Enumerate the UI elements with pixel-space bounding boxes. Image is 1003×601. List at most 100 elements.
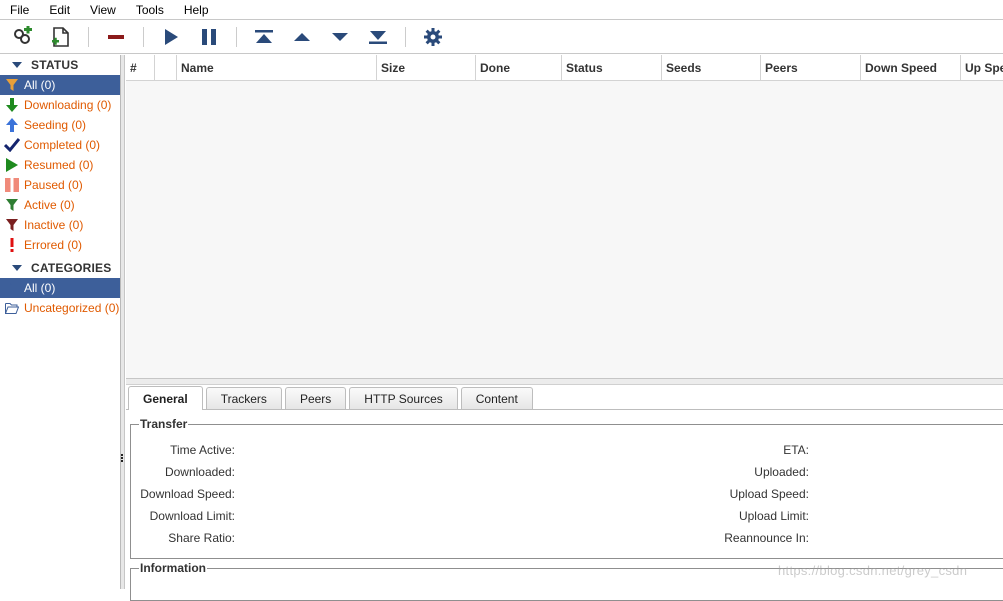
status-filter-active[interactable]: Active (0) bbox=[0, 195, 120, 215]
status-filter-label: Errored (0) bbox=[24, 238, 83, 252]
share-ratio-label: Share Ratio: bbox=[168, 531, 235, 545]
tab-trackers[interactable]: Trackers bbox=[205, 387, 282, 409]
status-filter-label: Resumed (0) bbox=[24, 158, 94, 172]
menu-bar: File Edit View Tools Help bbox=[0, 0, 1003, 20]
status-filter-downloading[interactable]: Downloading (0) bbox=[0, 95, 120, 115]
status-filter-label: Inactive (0) bbox=[24, 218, 84, 232]
delete-button[interactable] bbox=[103, 24, 129, 50]
move-top-button[interactable] bbox=[251, 24, 277, 50]
torrent-list[interactable] bbox=[126, 81, 1003, 379]
uploaded-label: Uploaded: bbox=[754, 465, 809, 479]
resume-icon bbox=[165, 28, 178, 45]
tab-content[interactable]: Content bbox=[460, 387, 533, 409]
column-header-done[interactable]: Done bbox=[476, 55, 562, 81]
status-filter-paused[interactable]: Paused (0) bbox=[0, 175, 120, 195]
transfer-legend: Transfer bbox=[140, 417, 188, 431]
folder-icon bbox=[4, 280, 20, 296]
move-bottom-icon bbox=[369, 30, 387, 44]
downloaded-label: Downloaded: bbox=[164, 465, 235, 479]
status-filter-label: Completed (0) bbox=[24, 138, 101, 152]
column-header-up-speed[interactable]: Up Spe bbox=[961, 55, 1003, 81]
toolbar-separator bbox=[88, 26, 89, 47]
add-torrent-link-icon bbox=[14, 25, 32, 44]
toolbar-separator bbox=[236, 26, 237, 47]
properties-tabs: General Trackers Peers HTTP Sources Cont… bbox=[126, 385, 1003, 410]
up-arrow-icon bbox=[4, 117, 20, 133]
resume-button[interactable] bbox=[158, 24, 184, 50]
pause-button[interactable] bbox=[196, 24, 222, 50]
menu-file[interactable]: File bbox=[0, 0, 39, 20]
category-filter-all[interactable]: All (0) bbox=[0, 278, 120, 298]
column-header-status[interactable]: Status bbox=[562, 55, 662, 81]
folder-open-icon bbox=[4, 300, 20, 316]
eta-label: ETA: bbox=[783, 443, 809, 457]
column-header-name[interactable]: Name bbox=[177, 55, 377, 81]
column-header-peers[interactable]: Peers bbox=[761, 55, 861, 81]
add-torrent-file-button[interactable] bbox=[48, 24, 74, 50]
move-up-icon bbox=[294, 32, 310, 41]
filter-icon bbox=[4, 77, 20, 93]
category-filter-uncategorized[interactable]: Uncategorized (0) bbox=[0, 298, 120, 318]
column-header-down-speed[interactable]: Down Speed bbox=[861, 55, 961, 81]
tab-peers[interactable]: Peers bbox=[284, 387, 347, 409]
collapse-triangle-icon bbox=[12, 62, 22, 68]
column-header-state-icon[interactable] bbox=[155, 55, 177, 81]
status-filter-label: Seeding (0) bbox=[24, 118, 87, 132]
status-filter-inactive[interactable]: Inactive (0) bbox=[0, 215, 120, 235]
status-filter-all[interactable]: All (0) bbox=[0, 75, 120, 95]
checkmark-icon bbox=[4, 137, 20, 153]
column-header-priority[interactable]: # bbox=[126, 55, 155, 81]
time-active-label: Time Active: bbox=[170, 443, 235, 457]
filter-green-icon bbox=[4, 197, 20, 213]
torrent-table-header: # Name Size Done Status Seeds Peers Down… bbox=[126, 55, 1003, 81]
transfer-group: Transfer Time Active: Downloaded: Downlo… bbox=[130, 417, 1003, 559]
menu-help[interactable]: Help bbox=[174, 0, 219, 20]
information-legend: Information bbox=[140, 561, 206, 575]
add-torrent-file-icon bbox=[52, 26, 69, 47]
watermark-text: https://blog.csdn.net/grey_csdn bbox=[778, 563, 968, 578]
toolbar bbox=[0, 20, 1003, 54]
move-top-icon bbox=[255, 29, 273, 43]
play-icon bbox=[4, 157, 20, 173]
tab-general[interactable]: General bbox=[128, 386, 203, 410]
move-down-icon bbox=[332, 32, 348, 41]
status-filter-label: Paused (0) bbox=[24, 178, 83, 192]
filter-red-icon bbox=[4, 217, 20, 233]
category-filter-label: All (0) bbox=[24, 281, 56, 295]
categories-section-header[interactable]: CATEGORIES bbox=[0, 258, 120, 278]
status-filter-resumed[interactable]: Resumed (0) bbox=[0, 155, 120, 175]
menu-edit[interactable]: Edit bbox=[39, 0, 80, 20]
reannounce-in-label: Reannounce In: bbox=[724, 531, 809, 545]
options-button[interactable] bbox=[420, 24, 446, 50]
move-up-button[interactable] bbox=[289, 24, 315, 50]
move-down-button[interactable] bbox=[327, 24, 353, 50]
status-filter-label: Active (0) bbox=[24, 198, 75, 212]
status-filter-label: Downloading (0) bbox=[24, 98, 112, 112]
status-filter-label: All (0) bbox=[24, 78, 56, 92]
toolbar-separator bbox=[143, 26, 144, 47]
categories-header-label: CATEGORIES bbox=[31, 261, 112, 275]
pause-icon bbox=[4, 177, 20, 193]
menu-view[interactable]: View bbox=[80, 0, 126, 20]
exclamation-icon bbox=[4, 237, 20, 253]
add-torrent-link-button[interactable] bbox=[10, 24, 36, 50]
pause-icon bbox=[202, 28, 216, 45]
delete-icon bbox=[108, 34, 124, 39]
tab-http-sources[interactable]: HTTP Sources bbox=[349, 387, 458, 409]
toolbar-separator bbox=[405, 26, 406, 47]
download-limit-label: Download Limit: bbox=[149, 509, 235, 523]
menu-tools[interactable]: Tools bbox=[126, 0, 174, 20]
down-arrow-icon bbox=[4, 97, 20, 113]
move-bottom-button[interactable] bbox=[365, 24, 391, 50]
status-filter-errored[interactable]: Errored (0) bbox=[0, 235, 120, 255]
status-filter-completed[interactable]: Completed (0) bbox=[0, 135, 120, 155]
main-panel: # Name Size Done Status Seeds Peers Down… bbox=[126, 55, 1003, 601]
column-header-size[interactable]: Size bbox=[377, 55, 476, 81]
status-filter-seeding[interactable]: Seeding (0) bbox=[0, 115, 120, 135]
status-header-label: STATUS bbox=[31, 58, 79, 72]
upload-speed-label: Upload Speed: bbox=[729, 487, 809, 501]
column-header-seeds[interactable]: Seeds bbox=[662, 55, 761, 81]
status-section-header[interactable]: STATUS bbox=[0, 55, 120, 75]
category-filter-label: Uncategorized (0) bbox=[24, 301, 120, 315]
collapse-triangle-icon bbox=[12, 265, 22, 271]
